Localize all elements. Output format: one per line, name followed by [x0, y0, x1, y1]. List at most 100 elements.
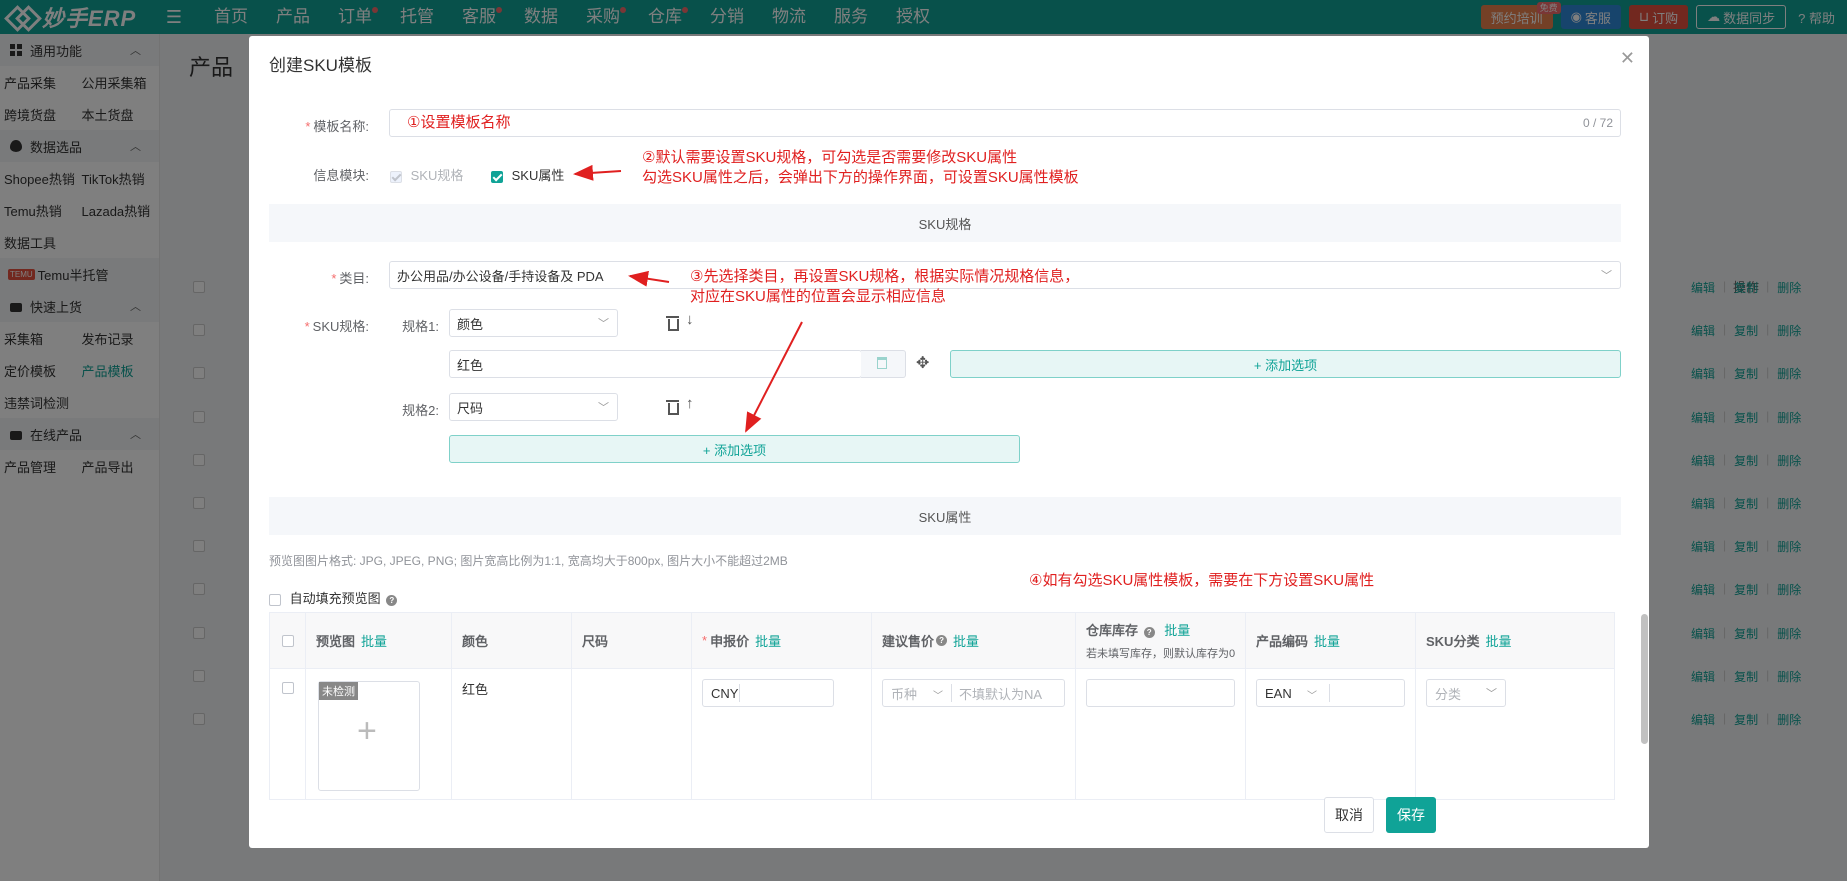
chevron-down-icon: ﹀	[933, 691, 943, 702]
batch-link[interactable]: 批量	[361, 631, 387, 650]
header-label: 申报价	[710, 634, 750, 649]
select-all-checkbox[interactable]	[282, 634, 294, 647]
sku-spec-label: * SKU规格:	[304, 319, 369, 334]
annotation-4: ④如有勾选SKU属性模板，需要在下方设置SKU属性	[1029, 572, 1375, 589]
template-name-input[interactable]: 0 / 72	[389, 109, 1621, 137]
header-label: 建议售价	[882, 634, 935, 649]
help-circle-icon[interactable]: ?	[936, 635, 948, 646]
annotation-line: ②默认需要设置SKU规格，可勾选是否需要修改SKU属性	[642, 149, 1018, 166]
add-option-button-spec2[interactable]: + 添加选项	[449, 435, 1020, 463]
annotation-3: ③先选择类目，再设置SKU规格，根据实际情况规格信息， 对应在SKU属性的位置会…	[690, 267, 1079, 307]
delete-spec2-icon[interactable]	[666, 399, 679, 415]
batch-link[interactable]: 批量	[755, 631, 781, 650]
header-label: SKU分类	[1426, 634, 1480, 649]
row-select-cell	[270, 669, 306, 799]
product-code-input[interactable]: EAN ﹀	[1256, 679, 1405, 707]
batch-link[interactable]: 批量	[1485, 631, 1511, 650]
checkbox-label: SKU规格	[410, 168, 464, 183]
category-label: * 类目:	[331, 271, 369, 286]
dialog-header: 创建SKU模板 ✕	[249, 36, 1649, 90]
header-label: 尺码	[582, 634, 609, 649]
spec2-value: 尺码	[457, 400, 484, 416]
chevron-down-icon: ﹀	[1486, 688, 1497, 700]
spec1-select[interactable]: 颜色 ﹀	[449, 309, 618, 337]
checkbox-label: SKU属性	[511, 168, 565, 183]
char-count: 0 / 72	[1582, 116, 1613, 130]
section-sku-attr: SKU属性	[269, 497, 1621, 535]
save-button[interactable]: 保存	[1386, 797, 1436, 833]
section-sku-spec: SKU规格	[269, 204, 1621, 242]
vertical-scrollbar[interactable]	[1641, 614, 1648, 744]
color-value: 红色	[462, 682, 489, 697]
add-option-button-spec1[interactable]: + 添加选项	[950, 350, 1621, 378]
header-stock: 仓库库存 ? 批量 若未填写库存，则默认库存为0	[1076, 613, 1246, 669]
cancel-button[interactable]: 取消	[1324, 797, 1374, 833]
drag-handle-icon[interactable]: ✥	[916, 353, 929, 373]
header-label: 仓库库存	[1086, 623, 1139, 638]
unchecked-badge: 未检测	[319, 682, 358, 700]
header-suggested-price: 建议售价 ? 批量	[872, 613, 1076, 669]
annotation-2: ②默认需要设置SKU规格，可勾选是否需要修改SKU属性 勾选SKU属性之后，会弹…	[642, 148, 1079, 188]
checkbox-box	[269, 593, 281, 606]
arrow-up-icon[interactable]: ↑	[686, 395, 694, 412]
create-sku-template-dialog: 创建SKU模板 ✕ * 模板名称: 0 / 72 ①设置模板名称 信息模块: SK…	[249, 36, 1649, 848]
suggested-price-input[interactable]: 币种 ﹀ 不填默认为NA	[882, 679, 1065, 707]
size-cell	[572, 669, 692, 799]
spec1-label: 规格1:	[402, 319, 439, 334]
code-type-select[interactable]: EAN	[1265, 686, 1292, 701]
image-upload-box[interactable]: 未检测 +	[318, 681, 420, 791]
chevron-down-icon: ﹀	[598, 318, 609, 330]
close-icon[interactable]: ✕	[1620, 48, 1635, 69]
divider	[1329, 684, 1330, 702]
section-title: SKU规格	[918, 216, 972, 232]
suggested-price-cell: 币种 ﹀ 不填默认为NA	[872, 669, 1076, 799]
header-declared-price: * 申报价 批量	[692, 613, 872, 669]
auto-fill-preview-checkbox[interactable]: 自动填充预览图 ?	[269, 588, 398, 607]
annotation-line: 对应在SKU属性的位置会显示相应信息	[690, 288, 946, 305]
row-checkbox[interactable]	[282, 681, 294, 694]
currency-select[interactable]: 币种	[891, 684, 917, 703]
help-circle-icon[interactable]: ?	[1143, 627, 1155, 638]
sku-category-cell: 分类 ﹀	[1416, 669, 1614, 799]
trash-icon	[877, 357, 887, 369]
image-format-hint: 预览图图片格式: JPG, JPEG, PNG; 图片宽高比例为1:1, 宽高均…	[269, 554, 788, 568]
product-code-cell: EAN ﹀	[1246, 669, 1416, 799]
declared-price-input[interactable]: CNY	[702, 679, 834, 707]
sku-attr-checkbox[interactable]: SKU属性	[491, 165, 564, 184]
spec1-option-input[interactable]: 红色	[449, 350, 862, 378]
batch-link[interactable]: 批量	[953, 631, 979, 650]
checkbox-label: 自动填充预览图	[289, 591, 381, 606]
header-size: 尺码	[572, 613, 692, 669]
sku-category-select[interactable]: 分类 ﹀	[1426, 679, 1506, 707]
sku-spec-checkbox[interactable]: SKU规格	[390, 165, 463, 184]
currency-prefix: CNY	[711, 685, 739, 701]
divider	[739, 684, 740, 702]
label-text: SKU规格:	[312, 319, 369, 334]
header-sku-category: SKU分类 批量	[1416, 613, 1614, 669]
arrow-down-icon[interactable]: ↓	[686, 311, 694, 328]
info-module-label: 信息模块:	[249, 165, 369, 184]
plus-icon: +	[357, 712, 377, 750]
category-value: 办公用品/办公设备/手持设备及 PDA	[397, 268, 604, 284]
save-label: 保存	[1397, 807, 1425, 823]
stock-input[interactable]	[1086, 679, 1235, 707]
checkbox-box	[491, 170, 503, 183]
header-label: 颜色	[462, 634, 489, 649]
dialog-title: 创建SKU模板	[269, 55, 372, 75]
header-label: 产品编码	[1256, 634, 1309, 649]
delete-spec1-icon[interactable]	[666, 315, 679, 331]
cancel-label: 取消	[1335, 807, 1363, 823]
spec2-select[interactable]: 尺码 ﹀	[449, 393, 618, 421]
batch-link[interactable]: 批量	[1314, 631, 1340, 650]
batch-link[interactable]: 批量	[1164, 623, 1190, 638]
delete-option-button[interactable]	[861, 350, 906, 378]
spec1-option-value: 红色	[457, 357, 484, 373]
stock-cell	[1076, 669, 1246, 799]
label-text: 模板名称:	[313, 119, 369, 134]
help-circle-icon[interactable]: ?	[386, 595, 398, 606]
chevron-down-icon: ﹀	[1601, 270, 1612, 282]
chevron-down-icon: ﹀	[598, 402, 609, 414]
add-option-label: + 添加选项	[1253, 357, 1318, 373]
stock-hint: 若未填写库存，则默认库存为0	[1086, 648, 1236, 660]
select-all-header	[270, 613, 306, 669]
